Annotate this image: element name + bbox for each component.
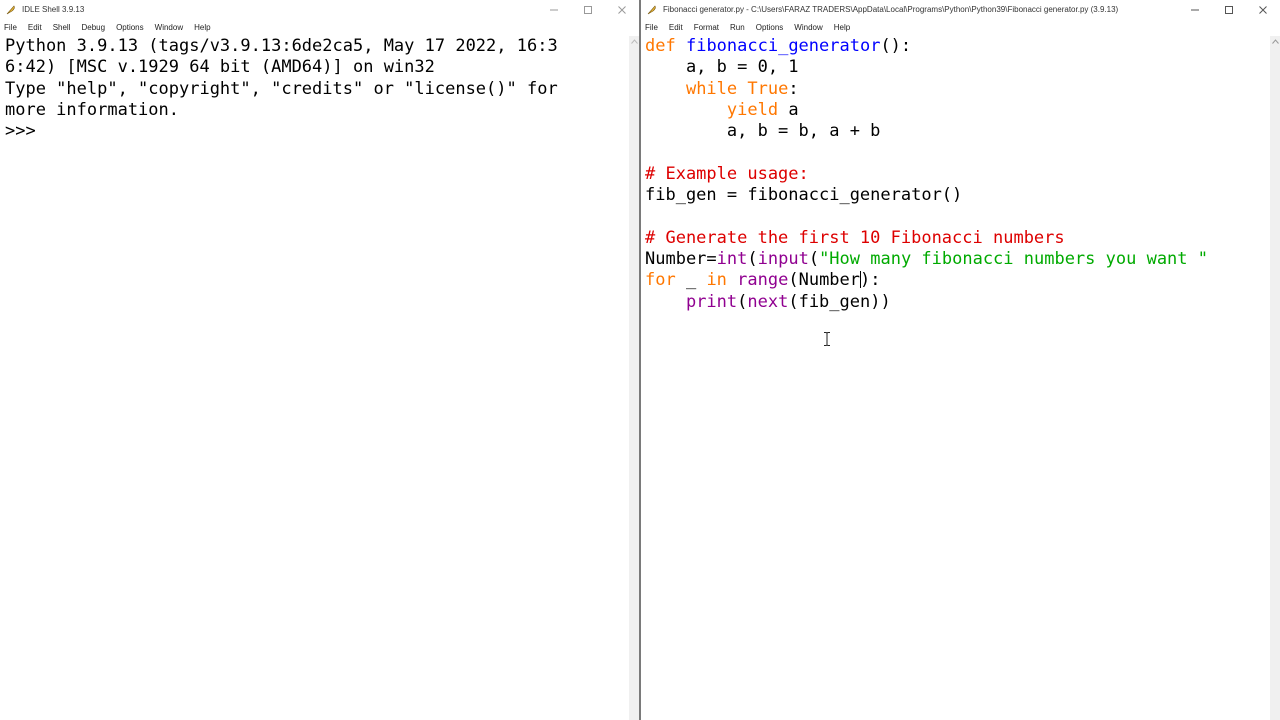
shell-text-area[interactable]: Python 3.9.13 (tags/v3.9.13:6de2ca5, May… — [0, 36, 639, 720]
builtin-token: print — [685, 291, 738, 312]
menu-shell[interactable]: Shell — [53, 23, 71, 32]
shell-menubar: File Edit Shell Debug Options Window Hel… — [0, 19, 639, 36]
keyword-token: def — [645, 36, 676, 56]
menu-edit[interactable]: Edit — [669, 23, 683, 32]
code-line: Number=int(input("How many fibonacci num… — [645, 249, 1280, 270]
comment-line: # Generate the first 10 Fibonacci number… — [645, 227, 1065, 248]
scroll-up-button[interactable] — [629, 36, 639, 46]
code-token: (Number — [788, 270, 861, 291]
menu-options[interactable]: Options — [116, 23, 144, 32]
shell-window: IDLE Shell 3.9.13 File Edit Shell Debug … — [0, 0, 639, 720]
chevron-up-icon — [630, 38, 638, 44]
menu-format[interactable]: Format — [694, 23, 719, 32]
editor-menubar: File Edit Format Run Options Window Help — [641, 19, 1280, 36]
code-line: print(next(fib_gen)) — [645, 292, 1280, 313]
minimize-icon — [550, 9, 558, 10]
shell-titlebar[interactable]: IDLE Shell 3.9.13 — [0, 0, 639, 19]
shell-window-controls — [537, 0, 639, 19]
code-token: ( — [808, 248, 820, 269]
chevron-up-icon — [1271, 38, 1279, 44]
editor-window-controls — [1178, 0, 1280, 19]
close-icon — [1259, 5, 1267, 14]
code-token: _ — [675, 270, 707, 291]
keyword-token: in — [706, 270, 727, 291]
keyword-token: True — [747, 78, 789, 99]
shell-line: Python 3.9.13 (tags/v3.9.13:6de2ca5, May… — [5, 36, 558, 56]
code-token: ( — [737, 291, 748, 312]
code-token: (): — [880, 36, 912, 56]
code-token: ): — [860, 270, 881, 291]
close-icon — [618, 5, 626, 14]
shell-scrollbar[interactable] — [629, 36, 639, 720]
maximize-button[interactable] — [571, 0, 605, 19]
menu-options[interactable]: Options — [756, 23, 784, 32]
minimize-button[interactable] — [1178, 0, 1212, 19]
comment-line: # Example usage: — [645, 163, 809, 184]
builtin-token: input — [757, 248, 809, 269]
code-line: a, b = 0, 1 — [645, 57, 799, 78]
menu-help[interactable]: Help — [194, 23, 210, 32]
minimize-icon — [1191, 9, 1199, 10]
menu-file[interactable]: File — [645, 23, 658, 32]
scroll-up-button[interactable] — [1270, 36, 1280, 46]
editor-titlebar[interactable]: Fibonacci generator.py - C:\Users\FARAZ … — [641, 0, 1280, 19]
shell-title: IDLE Shell 3.9.13 — [22, 5, 85, 14]
close-button[interactable] — [1246, 0, 1280, 19]
builtin-token: range — [737, 270, 789, 291]
code-token: : — [788, 78, 799, 99]
editor-title: Fibonacci generator.py - C:\Users\FARAZ … — [663, 5, 1119, 14]
idle-app-icon — [5, 4, 17, 16]
editor-window: Fibonacci generator.py - C:\Users\FARAZ … — [641, 0, 1280, 720]
menu-window[interactable]: Window — [794, 23, 822, 32]
shell-output: Python 3.9.13 (tags/v3.9.13:6de2ca5, May… — [0, 36, 639, 142]
maximize-icon — [584, 5, 592, 14]
code-line: yield a — [645, 100, 1280, 121]
function-name-token: fibonacci_generator — [685, 36, 881, 56]
menu-help[interactable]: Help — [834, 23, 850, 32]
menu-debug[interactable]: Debug — [81, 23, 105, 32]
shell-line: more information. — [5, 99, 179, 120]
code-token: Number= — [645, 248, 717, 269]
maximize-button[interactable] — [1212, 0, 1246, 19]
code-line: fib_gen = fibonacci_generator() — [645, 185, 963, 206]
editor-scrollbar[interactable] — [1270, 36, 1280, 720]
editor-text-area[interactable]: def fibonacci_generator(): a, b = 0, 1 w… — [641, 36, 1280, 720]
string-token: "How many fibonacci numbers you want " — [819, 248, 1208, 269]
minimize-button[interactable] — [537, 0, 571, 19]
close-button[interactable] — [605, 0, 639, 19]
builtin-token: int — [716, 248, 748, 269]
code-token: ( — [747, 248, 758, 269]
keyword-token: while — [685, 78, 738, 99]
menu-window[interactable]: Window — [155, 23, 183, 32]
code-line: def fibonacci_generator(): — [645, 36, 1280, 57]
code-editor: def fibonacci_generator(): a, b = 0, 1 w… — [641, 36, 1280, 313]
shell-line: 6:42) [MSC v.1929 64 bit (AMD64)] on win… — [5, 57, 435, 78]
menu-edit[interactable]: Edit — [28, 23, 42, 32]
code-token: a — [778, 99, 799, 120]
shell-prompt: >>> — [5, 121, 36, 142]
menu-file[interactable]: File — [4, 23, 17, 32]
code-line: for _ in range(Number): — [645, 270, 1280, 291]
code-line: a, b = b, a + b — [645, 121, 881, 142]
maximize-icon — [1225, 5, 1233, 14]
code-token: (fib_gen)) — [788, 291, 891, 312]
builtin-token: next — [747, 291, 789, 312]
shell-line: Type "help", "copyright", "credits" or "… — [5, 78, 558, 99]
keyword-token: for — [645, 270, 676, 291]
idle-app-icon — [646, 4, 658, 16]
code-line: while True: — [645, 79, 1280, 100]
ibeam-cursor-icon — [824, 332, 830, 346]
keyword-token: yield — [726, 99, 779, 120]
menu-run[interactable]: Run — [730, 23, 745, 32]
